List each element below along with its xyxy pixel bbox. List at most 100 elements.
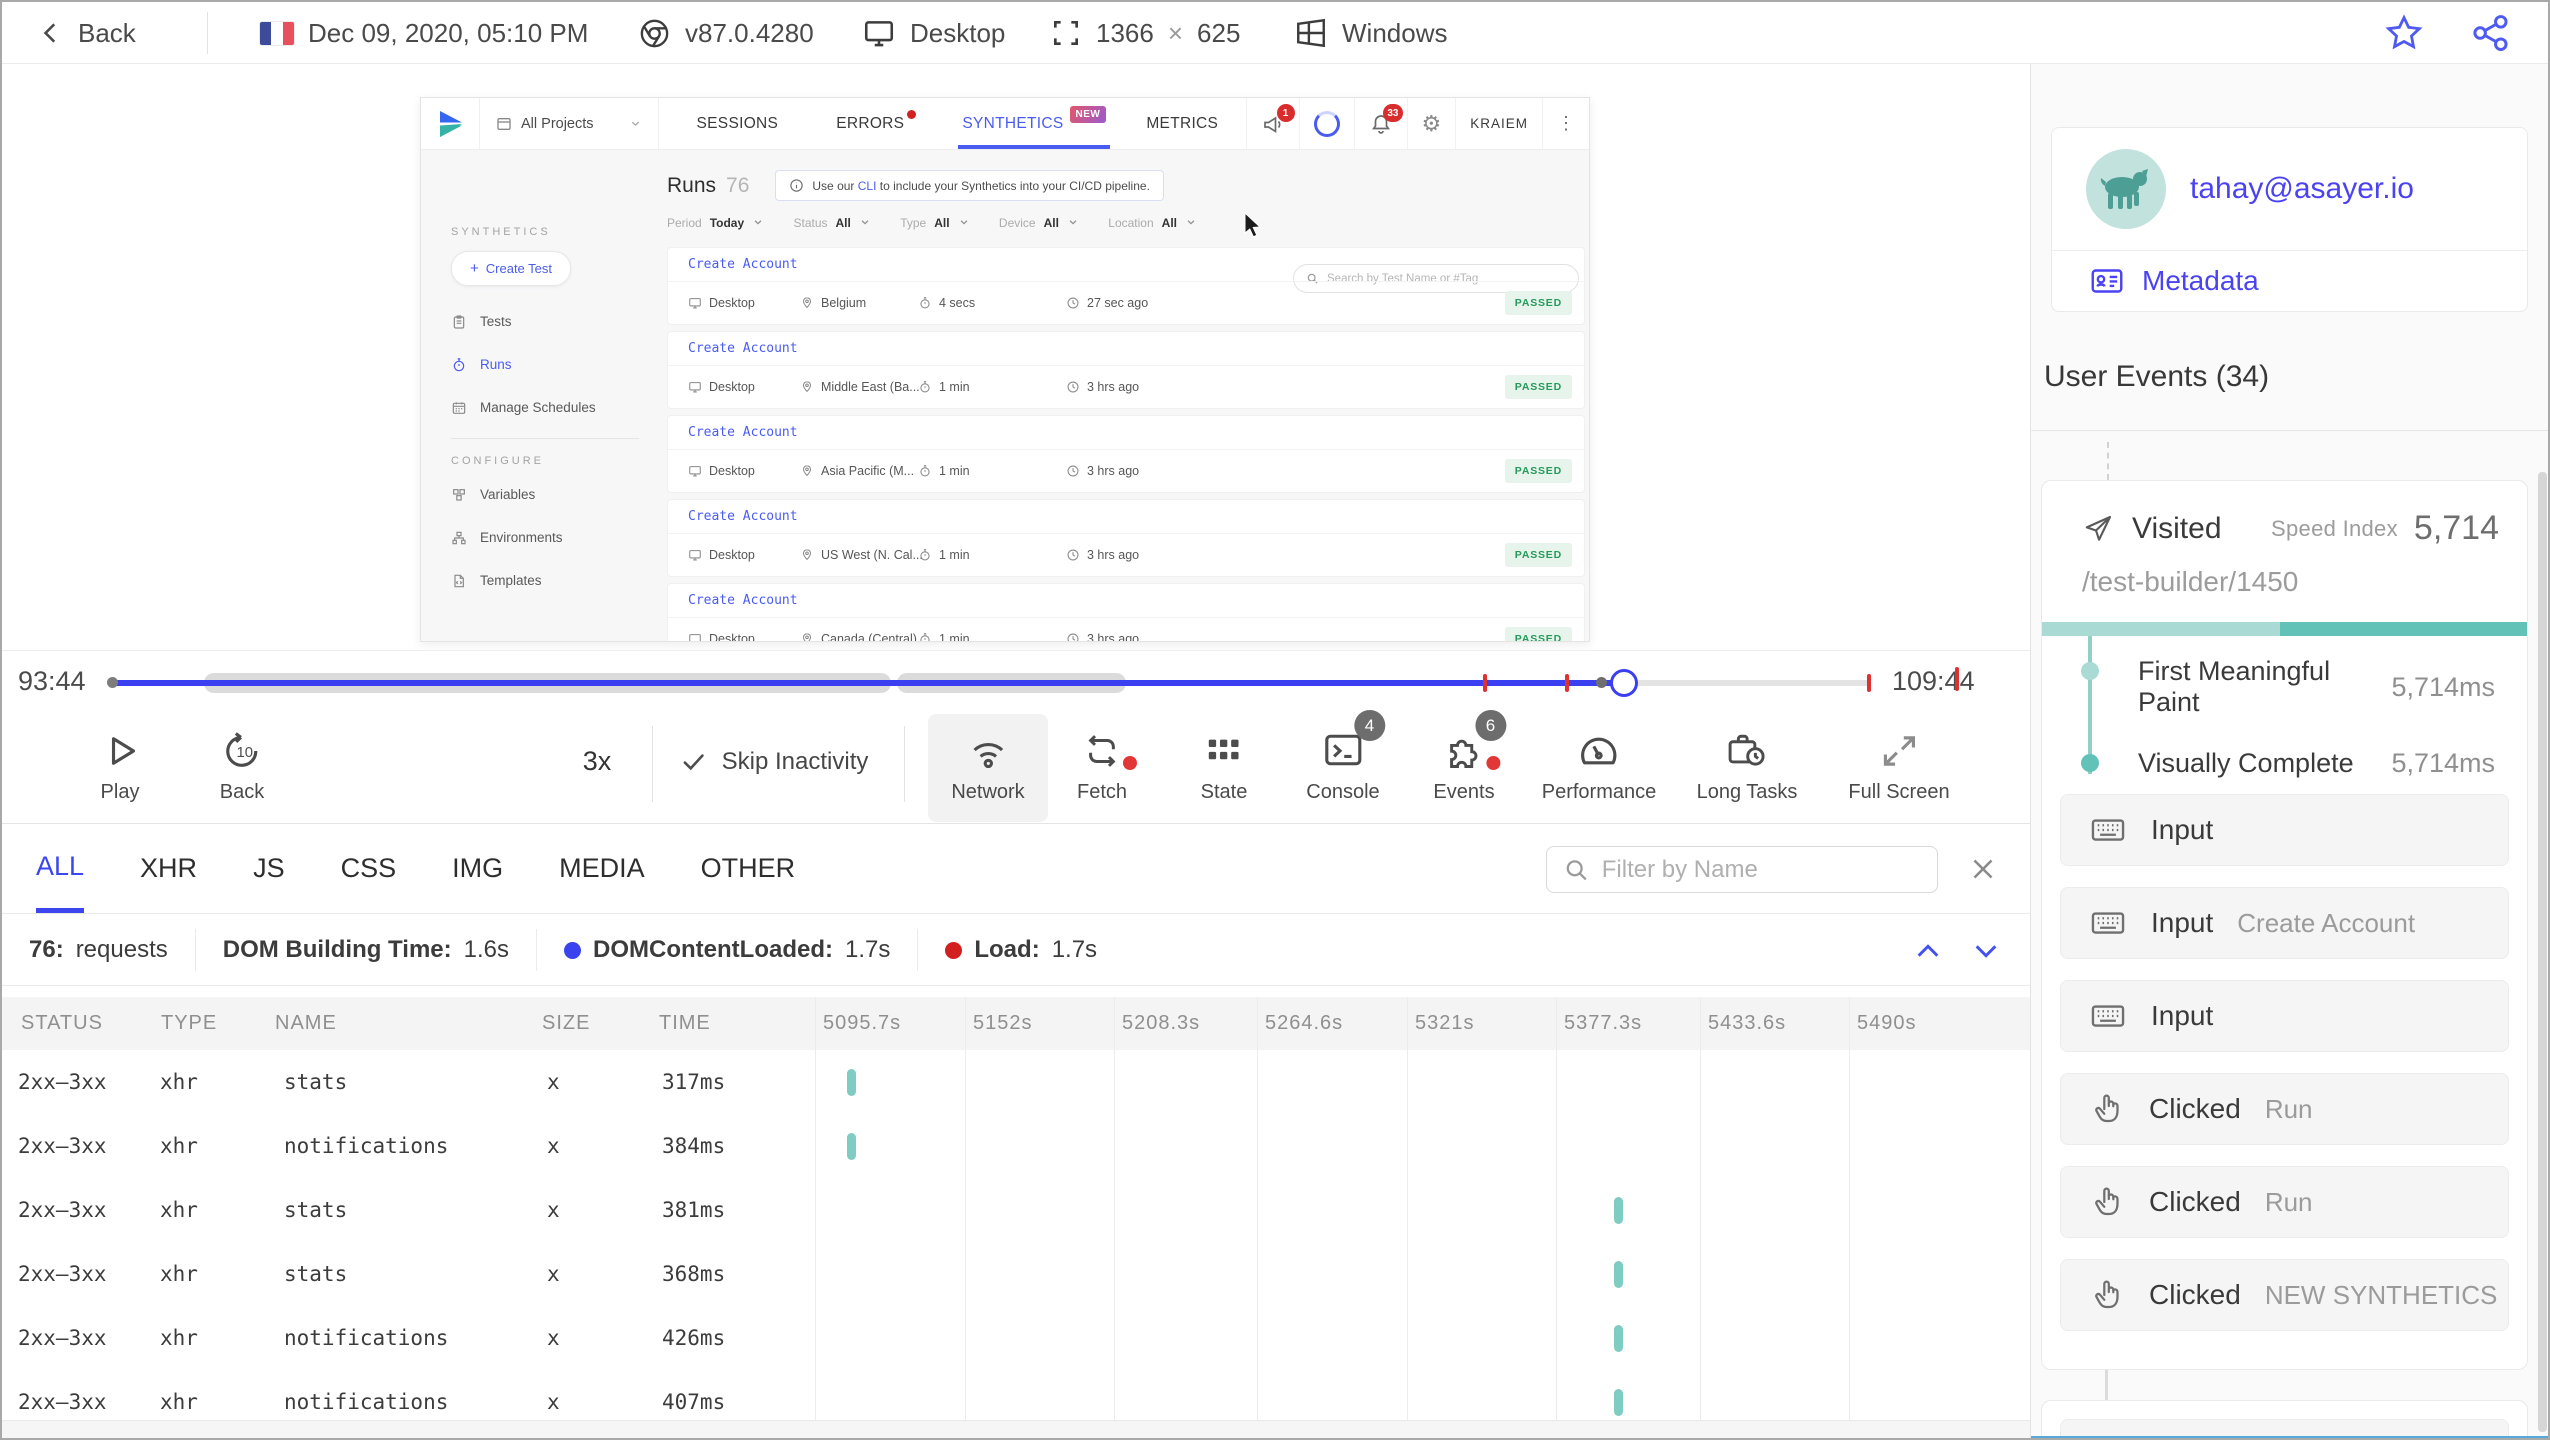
sidebar-scrollbar[interactable] bbox=[2538, 472, 2547, 1432]
vc-label: Visually Complete bbox=[2138, 748, 2354, 778]
play-button[interactable]: Play bbox=[99, 724, 141, 804]
grid-line bbox=[1114, 997, 1115, 1420]
back-button[interactable]: Back bbox=[38, 2, 136, 64]
timeline-error-marker bbox=[1955, 667, 1959, 691]
jump-next-button[interactable] bbox=[1970, 935, 2002, 967]
loading-spinner bbox=[1298, 98, 1354, 149]
clipboard-icon bbox=[453, 314, 465, 329]
hand-pointer-icon bbox=[2095, 1094, 2119, 1123]
tab-js[interactable]: JS bbox=[253, 824, 285, 913]
favorite-button[interactable] bbox=[2384, 2, 2424, 64]
monitor-icon bbox=[689, 382, 701, 393]
fmp-label: First Meaningful Paint bbox=[2138, 656, 2331, 717]
tab-all[interactable]: ALL bbox=[36, 824, 85, 913]
event-clicked[interactable]: Clicked Run bbox=[2060, 1166, 2509, 1238]
tab-img[interactable]: IMG bbox=[452, 824, 503, 913]
user-email-link[interactable]: tahay@asayer.io bbox=[2190, 172, 2414, 206]
event-input[interactable]: Input Create Account bbox=[2060, 887, 2509, 959]
clock-icon bbox=[1067, 465, 1079, 477]
file-code-icon bbox=[454, 574, 464, 587]
fetch-panel-button[interactable]: Fetch bbox=[1077, 724, 1137, 804]
table-row[interactable]: 2xx–3xx xhr stats x 368ms bbox=[2, 1242, 2030, 1306]
performance-panel-button[interactable]: Performance bbox=[1542, 724, 1656, 804]
event-input[interactable]: Input bbox=[2060, 794, 2509, 866]
table-row[interactable]: 2xx–3xx xhr notifications x 426ms bbox=[2, 1306, 2030, 1370]
asayer-logo-icon bbox=[421, 98, 479, 149]
close-panel-button[interactable] bbox=[1966, 852, 2000, 886]
stopwatch-icon bbox=[920, 549, 930, 561]
share-icon bbox=[2473, 15, 2508, 51]
request-waterfall-bar bbox=[1614, 1261, 1623, 1288]
timeline-end-time: 109:44 bbox=[1892, 666, 1975, 696]
sidenav-item-variables: Variables bbox=[451, 473, 661, 516]
console-panel-button[interactable]: 4 Console bbox=[1306, 710, 1385, 804]
event-input[interactable]: Input bbox=[2060, 980, 2509, 1052]
back-10-button[interactable]: 10 Back bbox=[220, 724, 264, 804]
divider bbox=[652, 726, 653, 802]
timeline-error-marker bbox=[1565, 674, 1569, 692]
check-icon bbox=[683, 754, 704, 771]
events-alert-dot bbox=[1486, 756, 1500, 770]
metadata-button[interactable]: Metadata bbox=[2052, 250, 2527, 311]
kebab-menu: ⋮ bbox=[1542, 98, 1589, 149]
fetch-alert-dot bbox=[1123, 756, 1137, 770]
visited-label: Visited bbox=[2132, 511, 2222, 545]
tab-xhr[interactable]: XHR bbox=[140, 824, 197, 913]
divider bbox=[904, 726, 905, 802]
event-clicked[interactable]: Clicked Run bbox=[2060, 1073, 2509, 1145]
monitor-icon bbox=[689, 466, 701, 477]
full-screen-button[interactable]: Full Screen bbox=[1848, 724, 1950, 804]
filter-input[interactable] bbox=[1601, 855, 1921, 884]
playhead[interactable] bbox=[1610, 669, 1638, 697]
map-pin-icon bbox=[802, 633, 812, 641]
id-card-icon bbox=[2091, 269, 2123, 293]
user-events-sidebar: tahay@asayer.io Metadata User Events (34… bbox=[2030, 64, 2548, 1438]
timeline-track[interactable] bbox=[107, 669, 1871, 697]
grid-line bbox=[1700, 997, 1701, 1420]
clock-icon bbox=[1067, 297, 1079, 309]
run-card: Create Account Desktop Canada (Central) … bbox=[667, 583, 1585, 641]
os: Windows bbox=[1294, 2, 1447, 64]
long-tasks-panel-button[interactable]: Long Tasks bbox=[1697, 724, 1797, 804]
blue-dot bbox=[564, 941, 582, 959]
chevron-down-icon bbox=[1187, 220, 1195, 225]
state-panel-button[interactable]: State bbox=[1201, 724, 1247, 804]
replayed-sidenav: SYNTHETICS + Create Test Tests Runs Manag… bbox=[421, 150, 661, 641]
tab-css[interactable]: CSS bbox=[341, 824, 397, 913]
table-row[interactable]: 2xx–3xx xhr stats x 317ms bbox=[2, 1050, 2030, 1114]
keyboard-icon bbox=[2091, 912, 2125, 934]
events-panel-button[interactable]: 6 Events bbox=[1433, 710, 1506, 804]
settings-button: ⚙ bbox=[1406, 98, 1456, 149]
request-table: 2xx–3xx xhr stats x 317ms 2xx–3xx xhr notifica… bbox=[2, 1050, 2030, 1422]
tab-other[interactable]: OTHER bbox=[701, 824, 796, 913]
status-badge: PASSED bbox=[1504, 459, 1572, 483]
close-icon bbox=[1973, 859, 1993, 879]
horizontal-scrollbar[interactable] bbox=[2, 1420, 2030, 1438]
keyboard-icon bbox=[2091, 1005, 2125, 1027]
runs-title: Runs bbox=[667, 173, 717, 197]
cubes-icon bbox=[453, 488, 465, 501]
speed-toggle[interactable]: 3x bbox=[583, 746, 612, 777]
event-clicked[interactable]: Clicked NEW SYNTHETICS bbox=[2060, 1259, 2509, 1331]
star-icon bbox=[2385, 14, 2423, 50]
table-row[interactable]: 2xx–3xx xhr stats x 381ms bbox=[2, 1178, 2030, 1242]
expand-icon bbox=[1883, 736, 1915, 766]
vc-dot bbox=[2081, 754, 2099, 772]
share-button[interactable] bbox=[2470, 2, 2512, 64]
animal-avatar-icon bbox=[2100, 169, 2148, 209]
filter-device: Device All bbox=[999, 216, 1078, 230]
jump-prev-button[interactable] bbox=[1912, 935, 1944, 967]
skip-inactivity-toggle[interactable]: Skip Inactivity bbox=[680, 748, 868, 776]
run-name-link: Create Account bbox=[668, 248, 1584, 282]
visited-group-card[interactable]: Visited Speed Index 5,714 /test-builder/… bbox=[2041, 480, 2528, 1370]
requests-count: 76: requests bbox=[2, 929, 196, 971]
svg-text:10: 10 bbox=[237, 745, 254, 761]
table-row[interactable]: 2xx–3xx xhr notifications x 384ms bbox=[2, 1114, 2030, 1178]
hand-pointer-icon bbox=[2095, 1280, 2119, 1309]
replay-stage: All Projects SESSIONS ERRORS SYNTHETICS N… bbox=[2, 64, 2030, 650]
timeline-start-dot bbox=[107, 677, 118, 688]
tab-media[interactable]: MEDIA bbox=[559, 824, 645, 913]
network-panel-button[interactable]: Network bbox=[951, 724, 1025, 804]
red-dot bbox=[945, 941, 963, 959]
table-header: STATUS TYPE NAME SIZE TIME 5095.7s 5152s… bbox=[2, 997, 2030, 1050]
